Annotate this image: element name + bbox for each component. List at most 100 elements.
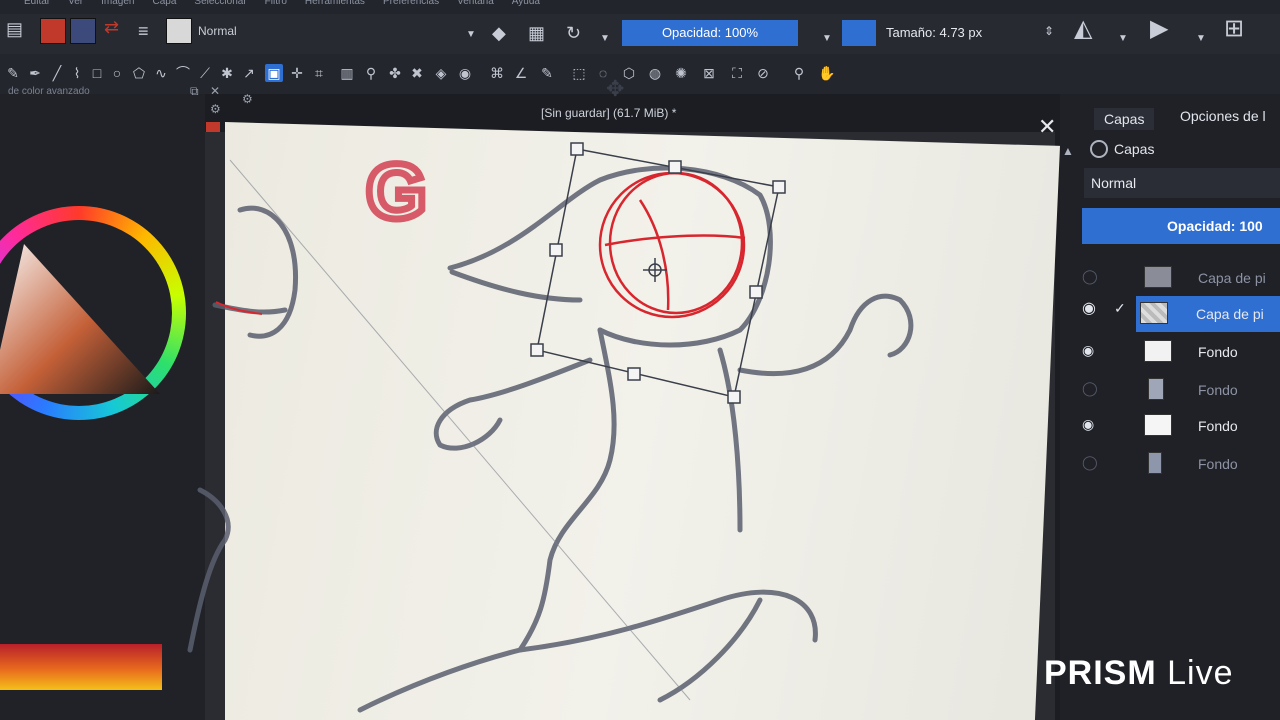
- freehand-path-icon[interactable]: ⌒: [174, 64, 192, 82]
- brush-preset-thumbnail[interactable]: [166, 18, 192, 44]
- blend-mode-select[interactable]: Normal: [198, 24, 237, 38]
- chevron-down-icon[interactable]: ▼: [1118, 30, 1128, 48]
- mirror-vertical-icon[interactable]: ▶: [1150, 17, 1168, 41]
- document-title: [Sin guardar] (61.7 MiB) *: [541, 106, 677, 120]
- visibility-eye-icon[interactable]: ◯: [1082, 269, 1100, 283]
- polygon-tool-icon[interactable]: ⬠: [130, 64, 148, 82]
- layer-row[interactable]: ◉ Fondo: [1080, 408, 1280, 444]
- menu-item-seleccionar[interactable]: Seleccionar: [194, 0, 246, 11]
- multibrush-icon[interactable]: ✱: [218, 64, 236, 82]
- ellipse-tool-icon[interactable]: ○: [108, 64, 126, 82]
- tab-tool-options[interactable]: Opciones de l: [1180, 108, 1266, 124]
- checkmark-icon[interactable]: ✓: [1114, 300, 1126, 317]
- menu-item-preferencias[interactable]: Preferencias: [383, 0, 439, 11]
- calligraphy-icon[interactable]: ✒: [26, 64, 44, 82]
- chevron-down-icon[interactable]: ▼: [822, 30, 832, 48]
- pan-tool-icon[interactable]: ✋: [818, 64, 836, 82]
- mirror-horizontal-icon[interactable]: ◭: [1074, 17, 1092, 41]
- menu-item-capa[interactable]: Capa: [153, 0, 177, 11]
- magnetic-select-icon[interactable]: ⊘: [754, 64, 772, 82]
- freehand-brush-icon[interactable]: ✎: [4, 64, 22, 82]
- gear-icon[interactable]: ⚙: [242, 92, 253, 106]
- measure-tool-icon[interactable]: ∠: [512, 64, 530, 82]
- color-picker-icon[interactable]: ⚲: [362, 64, 380, 82]
- tab-layers[interactable]: Capas: [1094, 108, 1155, 130]
- bezier-select-icon[interactable]: ⛶: [728, 64, 746, 82]
- crop-tool-icon[interactable]: ⌗: [310, 64, 328, 82]
- visibility-eye-icon[interactable]: ◉: [1082, 417, 1100, 431]
- visibility-eye-icon[interactable]: ◉: [1082, 298, 1096, 318]
- eraser-icon[interactable]: ◆: [492, 24, 506, 42]
- menu-item-ayuda[interactable]: Ayuda: [512, 0, 540, 11]
- chevron-up-icon[interactable]: ▲: [1062, 144, 1074, 158]
- menu-item-imagen[interactable]: Imagen: [101, 0, 134, 11]
- canvas-paper[interactable]: [225, 122, 1060, 720]
- layer-opacity-slider[interactable]: Opacidad: 100: [1082, 208, 1280, 244]
- enclose-fill-icon[interactable]: ◉: [456, 64, 474, 82]
- zoom-tool-icon[interactable]: ⚲: [790, 64, 808, 82]
- swap-colors-icon[interactable]: ⇄: [104, 18, 119, 36]
- menu-item-filtro[interactable]: Filtro: [265, 0, 287, 11]
- freehand-select-icon[interactable]: ◍: [646, 64, 664, 82]
- chevron-down-icon[interactable]: ▼: [1196, 30, 1206, 48]
- paint-bucket-icon[interactable]: ◈: [432, 64, 450, 82]
- document-icon[interactable]: ▤: [6, 20, 23, 38]
- menu-item-herramientas[interactable]: Herramientas: [305, 0, 365, 11]
- visibility-eye-icon[interactable]: ◯: [1082, 381, 1100, 395]
- colorize-mask-icon[interactable]: ✤: [386, 64, 404, 82]
- fill-tool-icon[interactable]: ✖: [408, 64, 426, 82]
- watermark-suffix: Live: [1167, 654, 1234, 692]
- layers-header: Capas: [1090, 140, 1154, 158]
- close-docker-icon[interactable]: ✕: [210, 84, 220, 98]
- layer-row-selected[interactable]: Capa de pi: [1136, 296, 1280, 332]
- layer-thumbnail: [1144, 414, 1172, 436]
- settings-icon[interactable]: ⚙: [210, 102, 221, 116]
- menu-item-editar[interactable]: Editar: [24, 0, 50, 11]
- color-gradient-bar[interactable]: [0, 644, 162, 690]
- smart-patch-icon[interactable]: ↗: [240, 64, 258, 82]
- wrap-around-icon[interactable]: ⊞: [1224, 17, 1244, 41]
- bezier-tool-icon[interactable]: ∿: [152, 64, 170, 82]
- layer-name: Capa de pi: [1196, 306, 1264, 322]
- size-slider[interactable]: Tamaño: 4.73 px: [842, 20, 1057, 46]
- layer-row[interactable]: ◯ Fondo: [1080, 446, 1280, 482]
- polyline-icon[interactable]: ⌇: [68, 64, 86, 82]
- visibility-eye-icon[interactable]: ◉: [1082, 343, 1100, 357]
- move-cursor-icon: ✥: [606, 76, 625, 101]
- visibility-eye-icon[interactable]: ◯: [1082, 455, 1100, 469]
- background-color-swatch[interactable]: [70, 18, 96, 44]
- chevron-down-icon[interactable]: ▼: [466, 26, 476, 44]
- opacity-slider[interactable]: Opacidad: 100%: [622, 20, 798, 46]
- layer-name: Capa de pi: [1198, 270, 1266, 286]
- layer-row[interactable]: ◯ Capa de pi: [1080, 260, 1280, 296]
- close-document-icon[interactable]: ✕: [1038, 114, 1056, 140]
- rectangle-tool-icon[interactable]: □: [88, 64, 106, 82]
- layer-name: Fondo: [1198, 382, 1238, 398]
- float-docker-icon[interactable]: ⧉: [190, 84, 199, 99]
- contiguous-select-icon[interactable]: ✺: [672, 64, 690, 82]
- rect-select-icon[interactable]: ⬚: [570, 64, 588, 82]
- foreground-color-swatch[interactable]: [40, 18, 66, 44]
- layer-thumbnail: [1140, 302, 1168, 324]
- layer-row[interactable]: ◉ Fondo: [1080, 334, 1280, 370]
- reload-icon[interactable]: ↻: [566, 24, 581, 42]
- move-tool-icon[interactable]: ✛: [288, 64, 306, 82]
- alpha-lock-icon[interactable]: ▦: [528, 24, 545, 42]
- gradient-tool-icon[interactable]: ▥: [338, 64, 356, 82]
- assistant-tool-icon[interactable]: ⌘: [488, 64, 506, 82]
- similar-select-icon[interactable]: ⊠: [700, 64, 718, 82]
- reference-tool-icon[interactable]: ✎: [538, 64, 556, 82]
- transform-tool-icon[interactable]: ▣: [265, 64, 283, 82]
- menu-item-ver[interactable]: Ver: [68, 0, 83, 11]
- layers-lock-icon[interactable]: [1090, 140, 1108, 158]
- preset-icon[interactable]: ≡: [138, 22, 149, 40]
- layer-blend-mode-select[interactable]: Normal: [1084, 168, 1280, 198]
- watermark-brand: PRISM: [1044, 654, 1157, 692]
- chevron-down-icon[interactable]: ▼: [600, 30, 610, 48]
- dynamic-brush-icon[interactable]: ⟋: [196, 64, 214, 82]
- layer-name: Fondo: [1198, 456, 1238, 472]
- stepper-icon[interactable]: ⇕: [1044, 22, 1054, 40]
- layer-row[interactable]: ◯ Fondo: [1080, 372, 1280, 408]
- menu-item-ventana[interactable]: Ventana: [457, 0, 494, 11]
- line-tool-icon[interactable]: ╱: [48, 64, 66, 82]
